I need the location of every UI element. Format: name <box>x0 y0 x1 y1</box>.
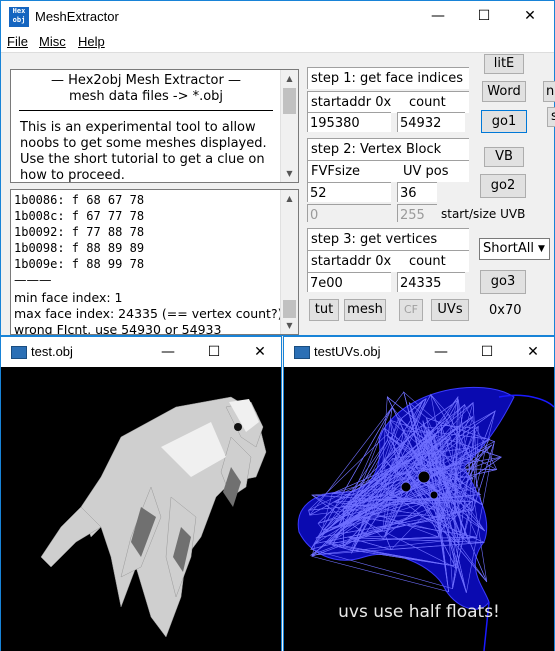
scroll-thumb[interactable] <box>283 88 296 114</box>
window-icon <box>294 346 310 359</box>
maximize-button[interactable]: ☐ <box>464 337 510 367</box>
step3-count-input[interactable]: 24335 <box>397 272 465 292</box>
log-line: 1b0092: f 77 88 78 <box>14 225 145 239</box>
scroll-down-icon[interactable]: ▼ <box>281 165 298 182</box>
vb-button[interactable]: VB <box>484 147 524 167</box>
uvb-size-input[interactable]: 255 <box>397 204 437 223</box>
uv-map-render[interactable]: uvs use half floats! <box>284 367 554 651</box>
uvs-button[interactable]: UVs <box>431 299 469 321</box>
test-obj-title: test.obj <box>31 344 73 359</box>
mesh-button[interactable]: mesh <box>344 299 386 321</box>
step3-count-label: count <box>409 254 446 269</box>
info-body: This is an experimental tool to allow no… <box>20 120 267 183</box>
log-line: 1b0098: f 88 89 89 <box>14 241 145 255</box>
close-button[interactable]: ✕ <box>237 337 283 367</box>
scroll-thumb[interactable] <box>283 300 296 318</box>
info-header-2: mesh data files -> *.obj <box>68 89 224 104</box>
step2-labels: FVFsize UV pos <box>307 160 469 182</box>
log-scrollbar[interactable]: ▲ ▼ <box>280 190 298 334</box>
scroll-up-icon[interactable]: ▲ <box>281 70 298 87</box>
uv-pos-input[interactable]: 36 <box>397 182 437 202</box>
go3-button[interactable]: go3 <box>480 270 526 294</box>
step1-start-label: startaddr 0x <box>311 95 392 110</box>
menu-misc-label: Misc <box>39 34 66 49</box>
bird-eye <box>234 423 242 431</box>
close-button[interactable]: ✕ <box>507 1 553 32</box>
uv-hole <box>417 470 431 484</box>
test-uvs-title: testUVs.obj <box>314 344 381 359</box>
log-line: 1b0086: f 68 67 78 <box>14 193 145 207</box>
step2-fvf-label: FVFsize <box>311 164 361 179</box>
step1-start-input[interactable]: 195380 <box>307 112 391 132</box>
uv-hole <box>400 481 412 493</box>
log-line: max face index: 24335 (== vertex count?) <box>14 306 283 321</box>
log-line: 1b008c: f 67 77 78 <box>14 209 145 223</box>
minimize-button[interactable]: — <box>418 337 464 367</box>
step3-title: step 3: get vertices <box>307 228 469 250</box>
title-bar[interactable]: Hex obj MeshExtractor — ☐ ✕ <box>1 1 554 32</box>
menu-help-label: Help <box>78 34 105 49</box>
log-line: 1b009e: f 88 99 78 <box>14 257 145 271</box>
test-uvs-titlebar[interactable]: testUVs.obj — ☐ ✕ <box>284 337 554 367</box>
uvb-start-input[interactable]: 0 <box>307 204 391 223</box>
test-obj-titlebar[interactable]: test.obj — ☐ ✕ <box>1 337 281 367</box>
step3-labels: startaddr 0x count <box>307 250 469 272</box>
scroll-up-icon[interactable]: ▲ <box>281 190 298 207</box>
tut-button[interactable]: tut <box>309 299 339 321</box>
info-divider <box>19 110 273 111</box>
menu-file[interactable]: File <box>7 34 28 49</box>
step3-start-label: startaddr 0x <box>311 254 392 269</box>
uv-caption: uvs use half floats! <box>338 602 500 622</box>
uv-hole <box>429 490 439 500</box>
log-line: min face index: 1 <box>14 290 123 305</box>
go1-button[interactable]: go1 <box>481 110 527 133</box>
go2-button[interactable]: go2 <box>480 174 526 198</box>
menu-bar: File Misc Help <box>1 32 554 53</box>
log-lines: 1b0086: f 68 67 78 1b008c: f 67 77 78 1b00… <box>14 192 283 335</box>
step2-title: step 2: Vertex Block <box>307 138 469 160</box>
minimize-button[interactable]: — <box>145 337 191 367</box>
info-textbox[interactable]: — Hex2obj Mesh Extractor — mesh data fil… <box>10 69 299 183</box>
cut-off-button-ne[interactable]: ne <box>543 81 555 102</box>
scroll-down-icon[interactable]: ▼ <box>281 317 298 334</box>
maximize-button[interactable]: ☐ <box>191 337 237 367</box>
log-line: wrong FIcnt, use 54930 or 54933 <box>14 322 222 335</box>
window-icon <box>11 346 27 359</box>
step1-count-label: count <box>409 95 446 110</box>
info-header-1: — Hex2obj Mesh Extractor — <box>51 73 241 88</box>
log-textbox[interactable]: 1b0086: f 68 67 78 1b008c: f 67 77 78 1b00… <box>10 189 299 335</box>
info-scrollbar[interactable]: ▲ ▼ <box>280 70 298 182</box>
main-window: Hex obj MeshExtractor — ☐ ✕ File Misc Hel… <box>0 0 555 336</box>
word-button[interactable]: Word <box>482 81 526 102</box>
minimize-button[interactable]: — <box>415 1 461 32</box>
chevron-down-icon[interactable]: ▼ <box>534 239 549 259</box>
step3-start-input[interactable]: 7e00 <box>307 272 391 292</box>
cf-button[interactable]: CF <box>399 299 423 321</box>
uvb-label: start/size UVB <box>441 207 526 221</box>
step1-title: step 1: get face indices <box>307 67 469 89</box>
maximize-button[interactable]: ☐ <box>461 1 507 32</box>
fvf-size-input[interactable]: 52 <box>307 182 391 202</box>
app-icon: Hex obj <box>9 7 29 27</box>
hex-offset-label: 0x70 <box>489 303 522 318</box>
bird-model-render[interactable] <box>1 367 281 651</box>
menu-file-label: File <box>7 34 28 49</box>
dropdown-value: ShortAll <box>483 241 535 256</box>
test-uvs-window: testUVs.obj — ☐ ✕ uvs use half floats! <box>283 336 555 651</box>
step1-count-input[interactable]: 54932 <box>397 112 465 132</box>
lite-button[interactable]: litE <box>484 54 524 74</box>
cut-off-button-s[interactable]: s <box>547 107 555 127</box>
log-line: ——— <box>14 272 52 287</box>
window-title: MeshExtractor <box>35 9 119 24</box>
menu-misc[interactable]: Misc <box>39 34 66 49</box>
step1-labels: startaddr 0x count <box>307 91 469 113</box>
mode-dropdown[interactable]: ShortAll ▼ <box>479 238 550 260</box>
menu-help[interactable]: Help <box>78 34 105 49</box>
test-obj-window: test.obj — ☐ ✕ <box>0 336 282 651</box>
step2-uv-label: UV pos <box>403 164 449 179</box>
close-button[interactable]: ✕ <box>510 337 555 367</box>
